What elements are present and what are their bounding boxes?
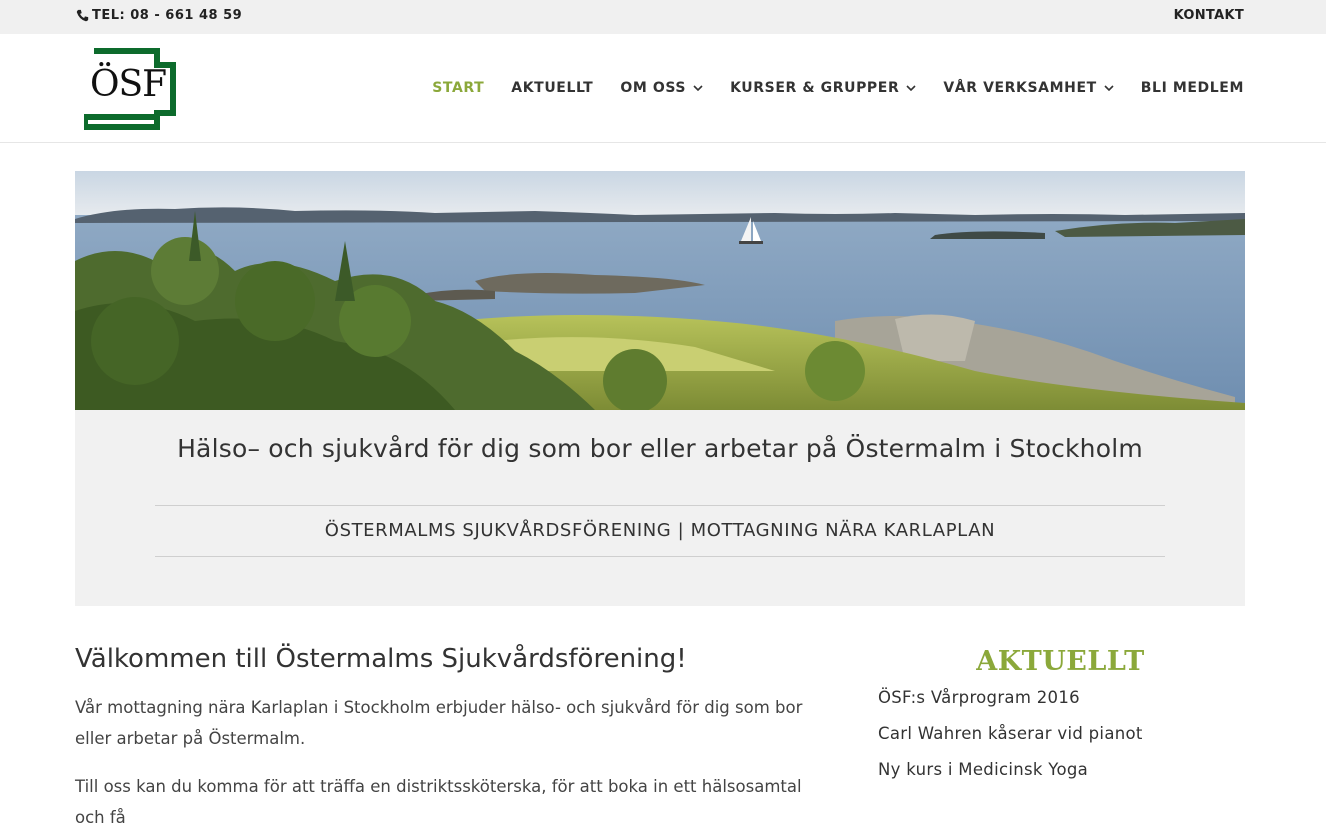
hero-image: [75, 171, 1245, 410]
top-bar: TEL: 08 - 661 48 59 KONTAKT: [0, 0, 1326, 34]
intro-paragraph: Vår mottagning nära Karlaplan i Stockhol…: [75, 698, 803, 748]
main-nav: START AKTUELLT OM OSS KURSER & GRUPPER V…: [405, 34, 1244, 142]
news-link[interactable]: Ny kurs i Medicinsk Yoga: [878, 760, 1088, 779]
nav-item-aktuellt[interactable]: AKTUELLT: [511, 80, 593, 96]
body-paragraph: Till oss kan du komma för att träffa en …: [75, 777, 802, 827]
divider: [155, 505, 1165, 506]
hero-title: Hälso– och sjukvård för dig som bor elle…: [177, 434, 1143, 463]
page-title: Välkommen till Östermalms Sjukvårdsfören…: [75, 644, 687, 674]
nav-label: VÅR VERKSAMHET: [943, 80, 1097, 96]
nav-item-start[interactable]: START: [432, 80, 484, 96]
site-logo[interactable]: ÖSF: [82, 46, 178, 132]
phone-icon: [76, 9, 89, 22]
logo-text: ÖSF: [90, 64, 167, 105]
nav-item-var-verksamhet[interactable]: VÅR VERKSAMHET: [943, 80, 1114, 96]
phone-number[interactable]: TEL: 08 - 661 48 59: [76, 8, 242, 23]
nav-item-kurser-grupper[interactable]: KURSER & GRUPPER: [730, 80, 916, 96]
nav-label: BLI MEDLEM: [1140, 80, 1244, 96]
nav-item-om-oss[interactable]: OM OSS: [620, 80, 703, 96]
nav-label: KURSER & GRUPPER: [730, 80, 900, 96]
nav-label: AKTUELLT: [511, 80, 594, 96]
hero-banner: Hälso– och sjukvård för dig som bor elle…: [75, 410, 1245, 606]
phone-text: TEL: 08 - 661 48 59: [92, 8, 243, 23]
sidebar-title: AKTUELLT: [976, 646, 1145, 677]
nav-label: START: [432, 80, 485, 96]
divider: [155, 556, 1165, 557]
nav-item-bli-medlem[interactable]: BLI MEDLEM: [1141, 80, 1244, 96]
chevron-down-icon: [906, 85, 916, 91]
news-link[interactable]: Carl Wahren kåserar vid pianot: [878, 724, 1143, 743]
hero-subtitle: ÖSTERMALMS SJUKVÅRDSFÖRENING | MOTTAGNIN…: [324, 520, 996, 541]
chevron-down-icon: [693, 85, 703, 91]
chevron-down-icon: [1104, 85, 1114, 91]
contact-link[interactable]: KONTAKT: [1174, 8, 1244, 23]
news-link[interactable]: ÖSF:s Vårprogram 2016: [878, 688, 1080, 707]
nav-label: OM OSS: [620, 80, 687, 96]
landscape-image: [75, 171, 1245, 410]
site-header: ÖSF START AKTUELLT OM OSS KURSER & GRUPP…: [0, 34, 1326, 143]
